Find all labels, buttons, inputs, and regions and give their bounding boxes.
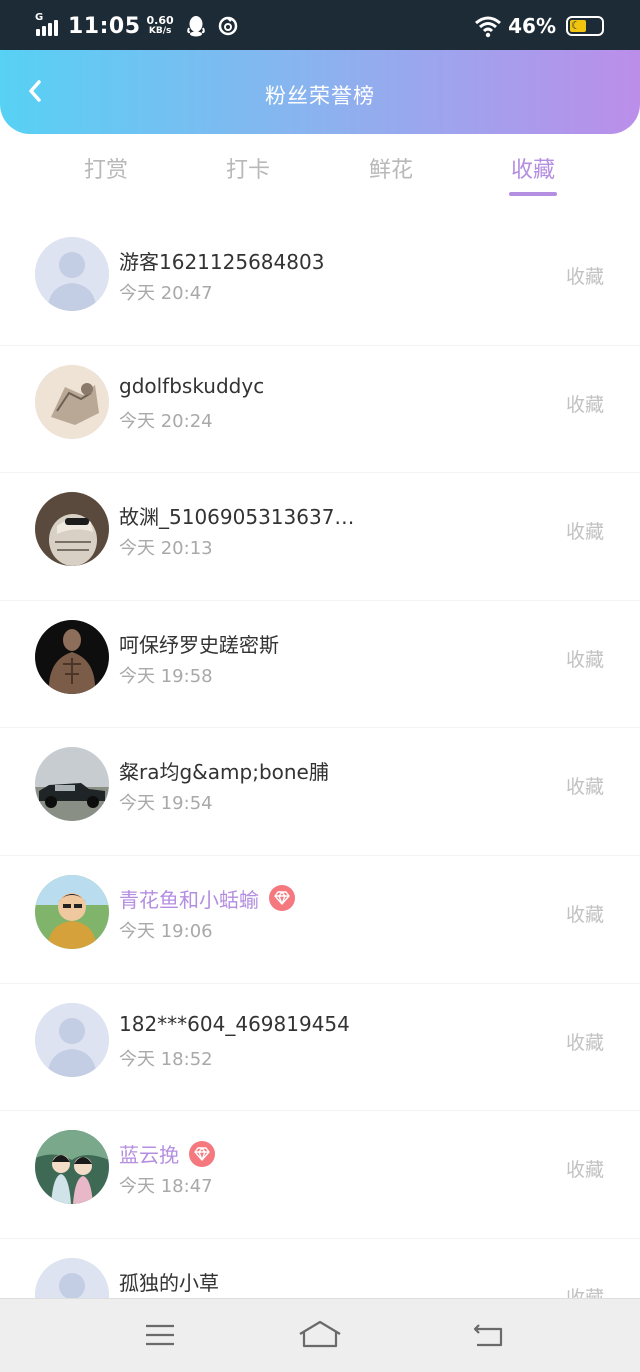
list-item[interactable]: 游客1621125684803 今天 20:47 收藏 — [0, 218, 640, 346]
user-time: 今天 20:24 — [119, 410, 213, 432]
tab-checkin[interactable]: 打卡 — [193, 152, 303, 200]
tab-bar: 打赏 打卡 鲜花 收藏 — [0, 134, 640, 218]
home-icon — [299, 1320, 341, 1348]
menu-icon — [146, 1324, 174, 1346]
tab-label: 打卡 — [225, 158, 270, 183]
user-name: 游客1621125684803 — [119, 246, 324, 275]
wifi-icon — [474, 14, 502, 38]
qq-icon — [184, 14, 208, 38]
action-label: 收藏 — [565, 776, 604, 799]
list-item[interactable]: gdolfbskuddyc 今天 20:24 收藏 — [0, 346, 640, 474]
user-time: 今天 18:52 — [119, 1048, 213, 1070]
user-time: 今天 19:06 — [119, 920, 213, 942]
action-label: 收藏 — [565, 903, 604, 926]
status-right: 46% ☾ — [474, 10, 604, 42]
action-label: 收藏 — [565, 1031, 604, 1054]
status-bar: G 11:05 0.60 KB/s 46% ☾ — [0, 0, 640, 50]
system-nav-bar — [0, 1298, 640, 1372]
user-name-text: 孤独的小草 — [119, 1270, 219, 1295]
return-icon — [473, 1324, 503, 1347]
avatar — [35, 237, 109, 311]
tab-label: 打赏 — [83, 158, 128, 183]
speed-value: 0.60 — [146, 14, 174, 27]
avatar — [35, 1130, 109, 1205]
action-label: 收藏 — [565, 393, 604, 416]
diamond-icon — [269, 885, 295, 912]
list-item[interactable]: 呵保纾罗史蹉密斯 今天 19:58 收藏 — [0, 601, 640, 729]
user-time: 今天 20:47 — [119, 283, 213, 304]
list-item[interactable]: 蓝云挽 今天 18:47 收藏 — [0, 1111, 640, 1239]
avatar — [35, 874, 109, 949]
user-name-text: 青花鱼和小蛞蝓 — [119, 887, 259, 912]
avatar — [35, 492, 109, 567]
return-button[interactable] — [466, 1315, 510, 1355]
user-name-text: gdolfbskuddyc — [119, 373, 265, 398]
tab-tip[interactable]: 打赏 — [51, 152, 161, 200]
user-name-text: 故渊_5106905313637… — [119, 505, 355, 530]
tab-flowers[interactable]: 鲜花 — [336, 152, 446, 200]
network-speed: 0.60 KB/s — [147, 15, 174, 37]
user-name: 故渊_5106905313637… — [119, 501, 354, 530]
header: 粉丝荣誉榜 — [0, 50, 640, 134]
user-name-text: 蓝云挽 — [119, 1143, 179, 1168]
tab-label: 收藏 — [510, 158, 555, 183]
user-name-text: 182***604_469819454 — [119, 1011, 350, 1036]
action-label: 收藏 — [565, 648, 604, 671]
user-time: 今天 19:54 — [119, 793, 213, 815]
user-name-text: 呵保纾罗史蹉密斯 — [119, 632, 279, 657]
clock: 11:05 — [68, 13, 141, 39]
list-item[interactable]: 故渊_5106905313637… 今天 20:13 收藏 — [0, 473, 640, 601]
list-item[interactable]: 青花鱼和小蛞蝓 今天 19:06 收藏 — [0, 856, 640, 984]
avatar — [35, 364, 109, 439]
battery-percent: 46% — [508, 14, 556, 38]
user-name: 青花鱼和小蛞蝓 — [119, 884, 295, 913]
diamond-icon — [189, 1140, 215, 1167]
avatar — [35, 619, 109, 694]
user-time: 今天 19:58 — [119, 665, 213, 687]
network-type: G — [35, 12, 44, 23]
speed-unit: KB/s — [148, 26, 172, 36]
user-time: 今天 20:13 — [119, 538, 213, 560]
home-button[interactable] — [298, 1315, 342, 1355]
user-time: 今天 18:47 — [119, 1176, 213, 1198]
avatar — [35, 1002, 109, 1077]
tab-label: 鲜花 — [368, 158, 413, 183]
music-icon — [216, 14, 240, 38]
list-item[interactable]: 粲ra均g&amp;bone脯 今天 19:54 收藏 — [0, 728, 640, 856]
user-name: 粲ra均g&amp;bone脯 — [119, 756, 329, 785]
user-name-text: 游客1621125684803 — [119, 250, 325, 274]
screen: G 11:05 0.60 KB/s 46% ☾ 粉丝荣誉榜 打赏 打卡 鲜花 收… — [0, 0, 640, 1372]
user-name: 呵保纾罗史蹉密斯 — [119, 629, 279, 658]
user-name: 蓝云挽 — [119, 1139, 215, 1168]
action-label: 收藏 — [565, 521, 604, 544]
status-left: G 11:05 0.60 KB/s — [34, 10, 248, 42]
battery-icon: ☾ — [566, 16, 604, 36]
menu-button[interactable] — [138, 1315, 182, 1355]
user-name: 孤独的小草 — [119, 1267, 219, 1296]
user-name-text: 粲ra均g&amp;bone脯 — [119, 760, 329, 785]
user-name: 182***604_469819454 — [119, 1012, 350, 1036]
action-label: 收藏 — [565, 1159, 604, 1182]
page-title: 粉丝荣誉榜 — [265, 84, 375, 108]
fan-list: 游客1621125684803 今天 20:47 收藏 gdolfbskuddy… — [0, 218, 640, 1366]
action-label: 收藏 — [565, 266, 604, 288]
signal-icon: G — [34, 12, 62, 38]
active-tab-indicator — [509, 192, 557, 196]
user-name: gdolfbskuddyc — [119, 374, 264, 398]
tab-favorites[interactable]: 收藏 — [478, 152, 588, 200]
avatar — [35, 747, 109, 822]
list-item[interactable]: 182***604_469819454 今天 18:52 收藏 — [0, 984, 640, 1112]
